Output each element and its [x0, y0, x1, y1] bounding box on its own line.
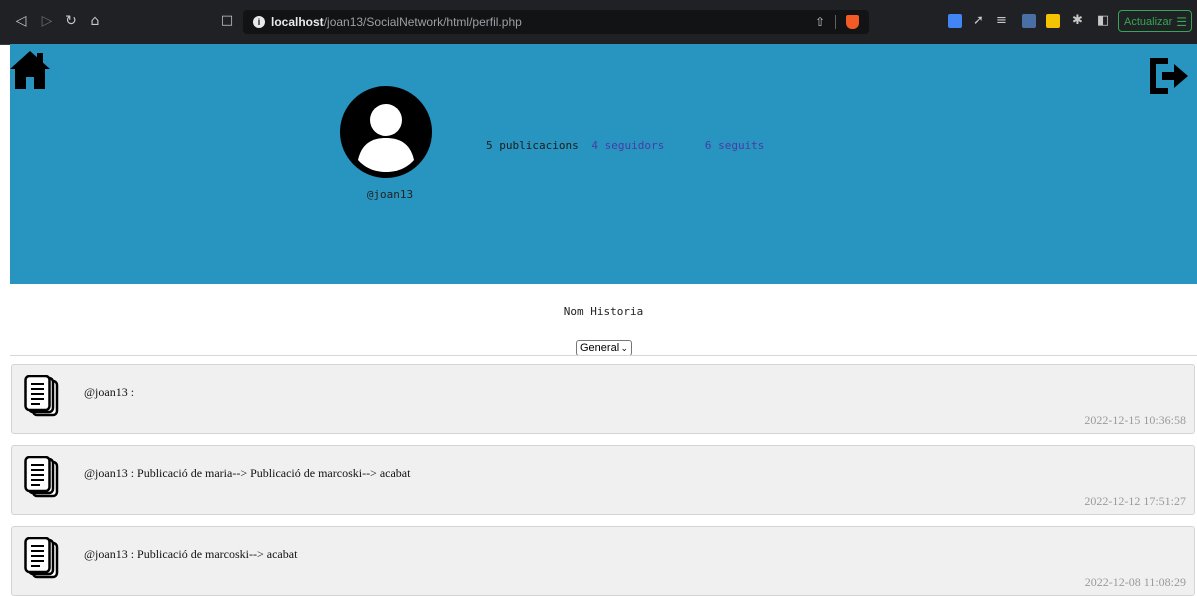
document-stack-icon: [24, 537, 59, 579]
profile-username: @joan13: [366, 188, 414, 201]
brave-shield-icon[interactable]: [846, 15, 859, 29]
home-browser-icon[interactable]: ⌂: [86, 11, 104, 31]
post-text: @joan13 :: [84, 385, 135, 399]
translate-extension-icon[interactable]: [948, 14, 962, 28]
profile-stats: 5 publicacions 4 seguidors 6 seguits: [486, 139, 764, 152]
dictionary-extension-icon[interactable]: ≡: [996, 11, 1007, 31]
update-button[interactable]: Actualizar ☰: [1118, 10, 1192, 32]
post-date: 2022-12-08 11:08:29: [1084, 575, 1186, 589]
post-date: 2022-12-12 17:51:27: [1084, 494, 1186, 508]
followers-link[interactable]: 4 seguidors: [591, 139, 664, 152]
site-info-icon[interactable]: i: [253, 16, 265, 28]
chevron-down-icon: ⌄: [620, 343, 628, 353]
url-text: localhost/joan13/SocialNetwork/html/perf…: [271, 15, 522, 29]
post-date: 2022-12-15 10:36:58: [1084, 413, 1186, 427]
browser-toolbar: ◁ ▷ ↻ ⌂ □ i localhost/joan13/SocialNetwo…: [0, 0, 1197, 45]
forward-icon[interactable]: ▷: [38, 11, 56, 31]
post-item[interactable]: @joan13 : Publicació de maria--> Publica…: [11, 445, 1195, 515]
logout-icon[interactable]: [1146, 54, 1190, 98]
post-text: @joan13 : Publicació de marcoski--> acab…: [84, 547, 298, 561]
menu-icon[interactable]: ☰: [1176, 11, 1187, 33]
address-bar[interactable]: i localhost/joan13/SocialNetwork/html/pe…: [243, 10, 869, 34]
post-item[interactable]: @joan13 : Publicació de marcoski--> acab…: [11, 526, 1195, 596]
avatar[interactable]: [340, 86, 432, 178]
puzzle-extension-icon[interactable]: ✱: [1072, 11, 1083, 31]
category-select[interactable]: General ⌄: [576, 340, 632, 356]
reload-icon[interactable]: ↻: [62, 11, 80, 31]
pen-extension-icon[interactable]: ➚: [973, 11, 984, 31]
calculator-extension-icon[interactable]: [1022, 14, 1036, 28]
publications-count: 5 publicacions: [486, 139, 579, 152]
bookmark-icon[interactable]: □: [219, 11, 235, 31]
category-selected-value: General: [580, 342, 620, 354]
share-icon[interactable]: ⇧: [815, 10, 825, 34]
profile-banner: @joan13 5 publicacions 4 seguidors 6 seg…: [10, 44, 1197, 284]
section-divider: [10, 355, 1197, 356]
following-link[interactable]: 6 seguits: [705, 139, 765, 152]
sidebar-toggle-icon[interactable]: ◧: [1097, 11, 1109, 31]
home-icon[interactable]: [10, 49, 50, 91]
post-item[interactable]: @joan13 : 2022-12-15 10:36:58: [11, 364, 1195, 434]
notes-extension-icon[interactable]: [1046, 14, 1060, 28]
story-title: Nom Historia: [563, 305, 644, 318]
back-icon[interactable]: ◁: [12, 11, 30, 31]
document-stack-icon: [24, 375, 59, 417]
document-stack-icon: [24, 456, 59, 498]
post-text: @joan13 : Publicació de maria--> Publica…: [84, 466, 411, 480]
urlbar-separator: [835, 15, 836, 29]
